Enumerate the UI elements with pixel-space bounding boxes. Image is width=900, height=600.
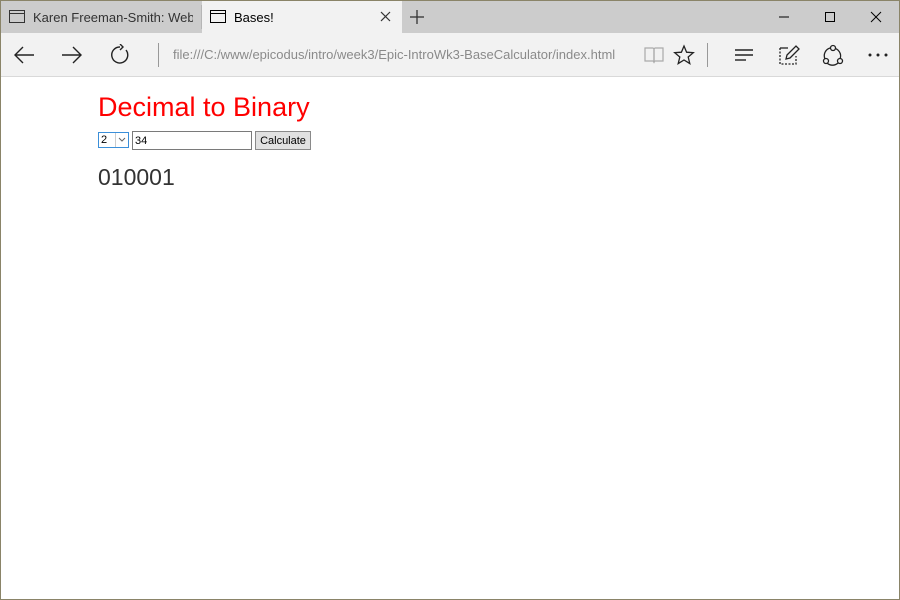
toolbar-separator: [158, 43, 159, 67]
forward-arrow-icon: [62, 46, 82, 64]
page-icon: [210, 10, 226, 23]
web-note-button[interactable]: [774, 41, 804, 69]
star-icon: [673, 44, 695, 65]
chevron-down-icon: [115, 133, 127, 147]
number-input[interactable]: [132, 131, 252, 150]
maximize-icon: [825, 12, 835, 22]
refresh-icon: [111, 44, 129, 64]
favorite-button[interactable]: [669, 41, 699, 69]
reading-view-button[interactable]: [639, 41, 669, 69]
minimize-icon: [779, 16, 789, 18]
refresh-button[interactable]: [105, 41, 135, 69]
pen-note-icon: [779, 45, 800, 65]
window-close-icon: [870, 11, 882, 23]
toolbar-separator: [707, 43, 708, 67]
address-bar[interactable]: file:///C:/www/epicodus/intro/week3/Epic…: [173, 47, 633, 62]
hub-button[interactable]: [729, 41, 759, 69]
hub-icon: [735, 49, 753, 61]
calculate-button[interactable]: Calculate: [255, 131, 311, 150]
navigation-bar: file:///C:/www/epicodus/intro/week3/Epic…: [1, 33, 899, 77]
page-content: Decimal to Binary 2 Calculate 010001: [1, 78, 899, 599]
maximize-button[interactable]: [807, 1, 853, 33]
close-icon[interactable]: [379, 10, 392, 23]
result-output: 010001: [98, 164, 175, 190]
forward-button[interactable]: [57, 41, 87, 69]
tab-title: Karen Freeman-Smith: Web: [33, 10, 193, 25]
more-button[interactable]: [863, 41, 893, 69]
base-select-value: 2: [101, 134, 108, 146]
page-title: Decimal to Binary: [98, 92, 310, 122]
share-icon: [822, 44, 844, 66]
back-button[interactable]: [9, 41, 39, 69]
tab-bar: Karen Freeman-Smith: Web Bases!: [1, 1, 899, 33]
more-icon: [868, 53, 888, 57]
book-icon: [644, 47, 664, 64]
plus-icon[interactable]: [408, 8, 426, 26]
tab-bases[interactable]: Bases!: [202, 1, 402, 33]
minimize-button[interactable]: [761, 1, 807, 33]
back-arrow-icon: [14, 46, 34, 64]
share-button[interactable]: [818, 41, 848, 69]
browser-window: Karen Freeman-Smith: Web Bases! file:///…: [0, 0, 900, 600]
tab-karen-freeman-smith[interactable]: Karen Freeman-Smith: Web: [1, 1, 201, 33]
page-icon: [9, 10, 25, 23]
base-select[interactable]: 2: [98, 132, 129, 148]
tab-title: Bases!: [234, 10, 274, 25]
window-close-button[interactable]: [853, 1, 899, 33]
